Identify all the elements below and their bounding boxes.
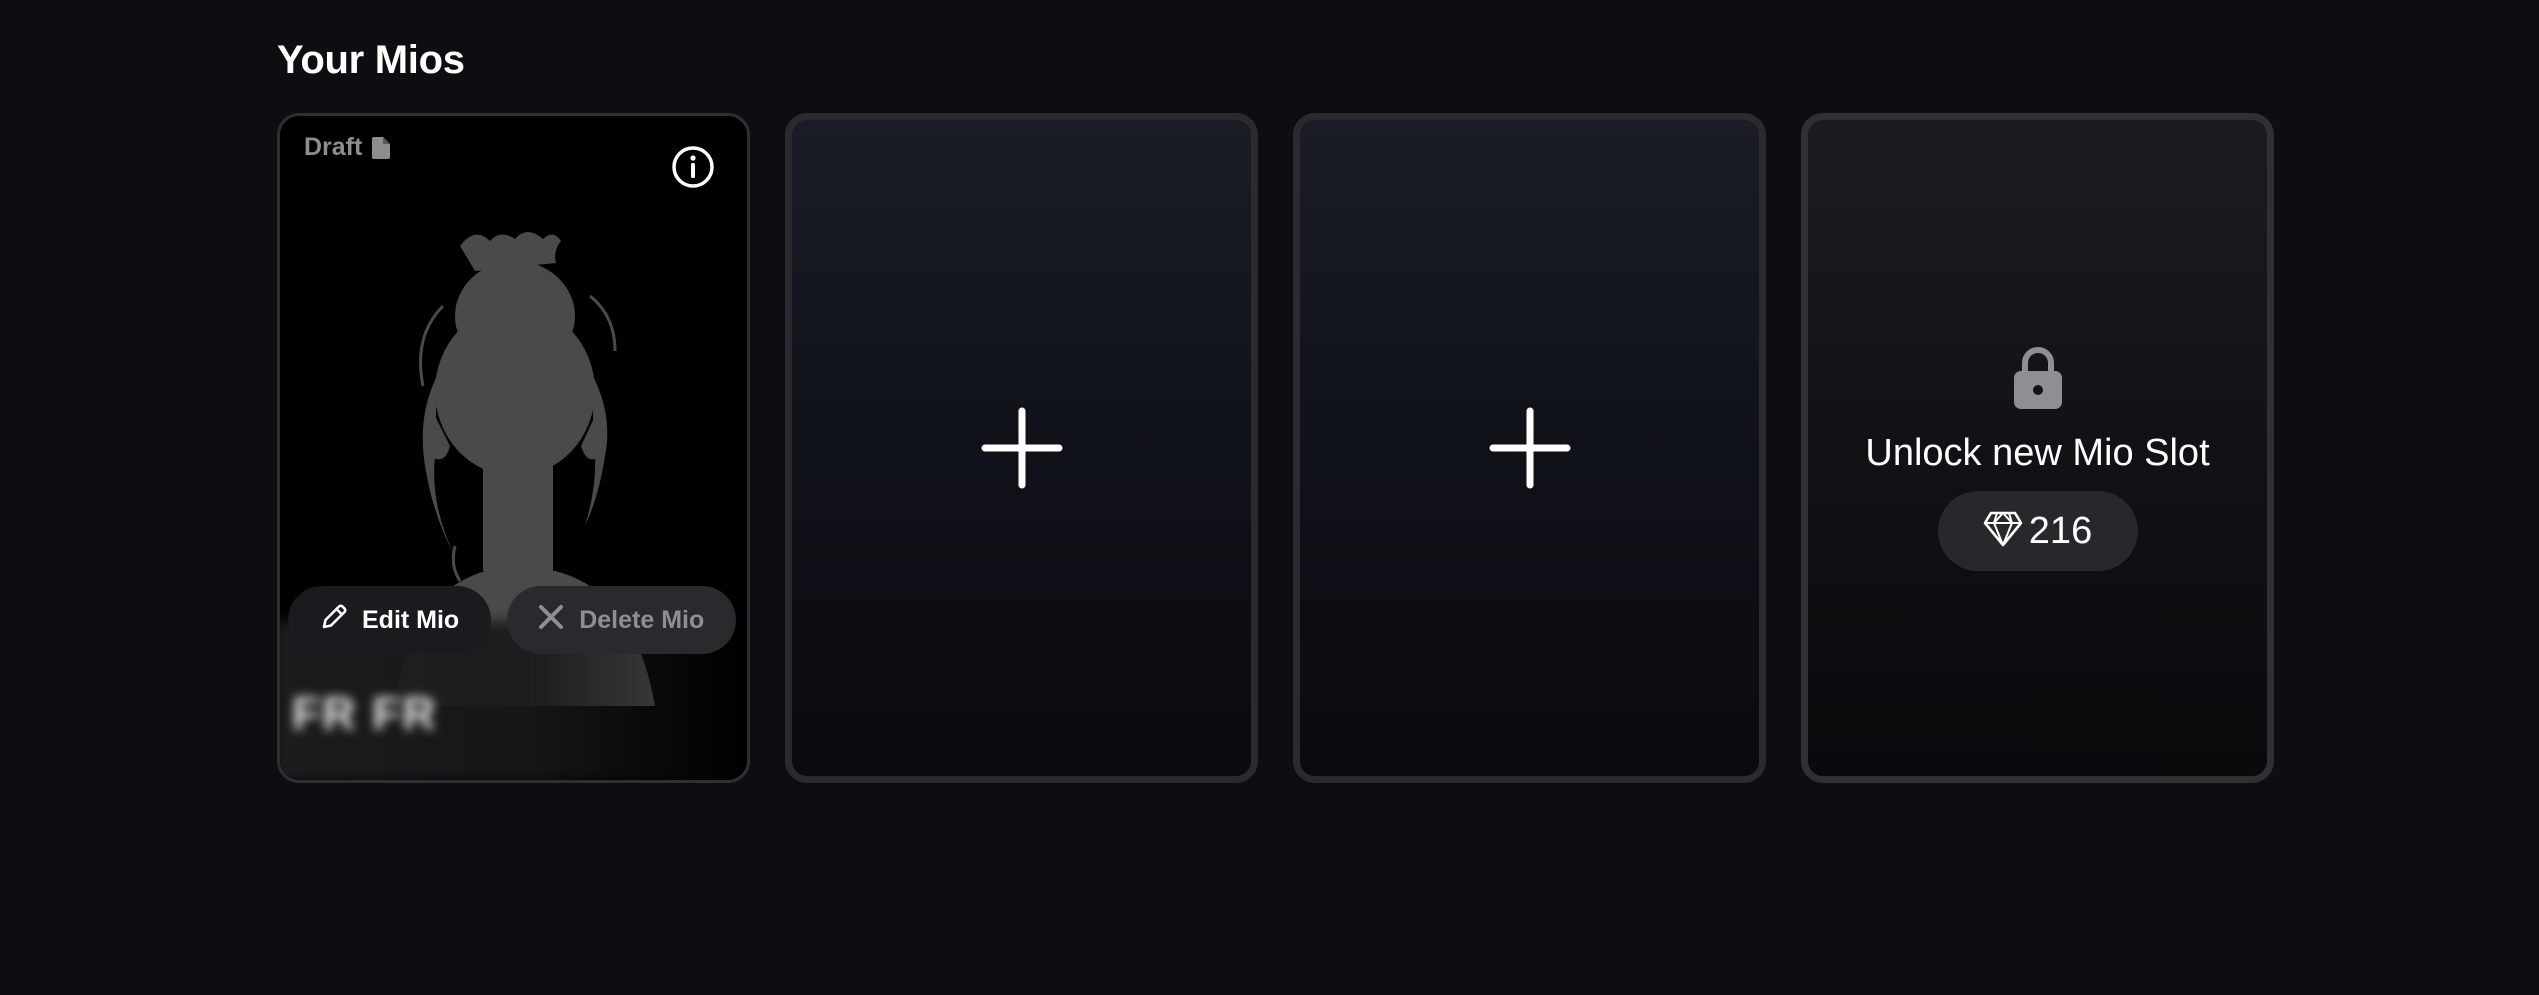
price-value: 216 (2028, 509, 2093, 552)
empty-mio-slot[interactable] (785, 113, 1258, 783)
pencil-icon (320, 603, 348, 638)
plus-icon[interactable] (979, 405, 1065, 491)
unlock-slot-label: Unlock new Mio Slot (1865, 432, 2210, 474)
section-title: Your Mios (277, 38, 465, 82)
card-actions: Edit Mio Delete Mio (288, 586, 737, 654)
gem-icon (1983, 511, 2023, 552)
delete-mio-label: Delete Mio (579, 605, 705, 634)
draft-label: Draft (304, 133, 363, 161)
lock-icon (2012, 345, 2064, 414)
draft-badge: Draft (304, 133, 391, 162)
delete-mio-button[interactable]: Delete Mio (507, 586, 737, 654)
edit-mio-label: Edit Mio (362, 605, 460, 634)
locked-mio-slot[interactable]: Unlock new Mio Slot 216 (1801, 113, 2274, 783)
mio-card-draft[interactable]: Draft FR FR Edit Mio Delete Mio (277, 113, 750, 783)
document-icon (372, 136, 391, 159)
unlock-content: Unlock new Mio Slot 216 (1808, 345, 2267, 571)
plus-icon[interactable] (1487, 405, 1573, 491)
unlock-price-button[interactable]: 216 (1937, 491, 2138, 571)
mio-name: FR FR (292, 687, 438, 739)
page: Your Mios Draft FR FR Edit Mio Delete Mi… (0, 0, 2539, 995)
close-icon (537, 603, 565, 638)
empty-mio-slot[interactable] (1293, 113, 1766, 783)
info-icon[interactable] (671, 145, 715, 189)
edit-mio-button[interactable]: Edit Mio (288, 586, 492, 654)
